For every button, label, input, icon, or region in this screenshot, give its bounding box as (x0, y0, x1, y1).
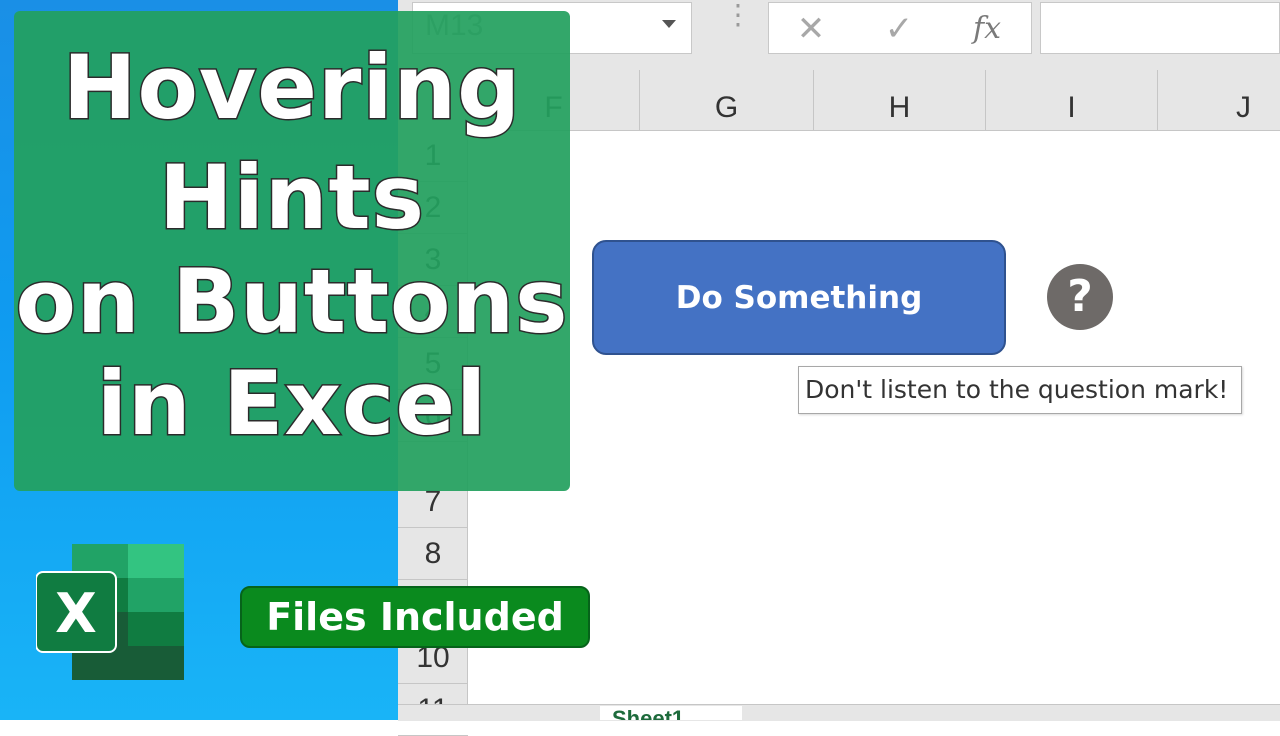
name-box-dropdown-icon[interactable] (662, 20, 676, 28)
title-line-4: in Excel (95, 351, 488, 457)
insert-function-icon[interactable]: fx (957, 7, 1017, 51)
sheet-tab-bar (398, 704, 1280, 721)
column-header-h[interactable]: H (814, 70, 986, 130)
excel-logo-letter: X (55, 582, 97, 645)
help-question-icon[interactable]: ? (1047, 264, 1113, 330)
column-header-j[interactable]: J (1158, 70, 1280, 130)
formula-input[interactable] (1040, 2, 1280, 54)
formula-bar-grip-icon[interactable]: ⋮ (724, 1, 752, 46)
title-line-3: on Buttons (14, 249, 569, 355)
title-line-2: Hints (158, 145, 426, 251)
cancel-icon[interactable]: ✕ (781, 7, 841, 51)
enter-check-icon[interactable]: ✓ (869, 7, 929, 51)
title-line-1: Hovering (61, 35, 522, 141)
do-something-button[interactable]: Do Something (592, 240, 1006, 355)
excel-logo-icon: X (36, 544, 184, 680)
do-something-button-label: Do Something (675, 279, 923, 316)
column-header-g[interactable]: G (640, 70, 814, 130)
files-included-badge: Files Included (240, 586, 590, 648)
row-header-8[interactable]: 8 (398, 528, 468, 580)
sheet-tab[interactable]: Sheet1 (600, 706, 742, 720)
column-header-i[interactable]: I (986, 70, 1158, 130)
hover-tooltip: Don't listen to the question mark! (798, 366, 1242, 414)
formula-buttons-group: ✕ ✓ fx (768, 2, 1032, 54)
